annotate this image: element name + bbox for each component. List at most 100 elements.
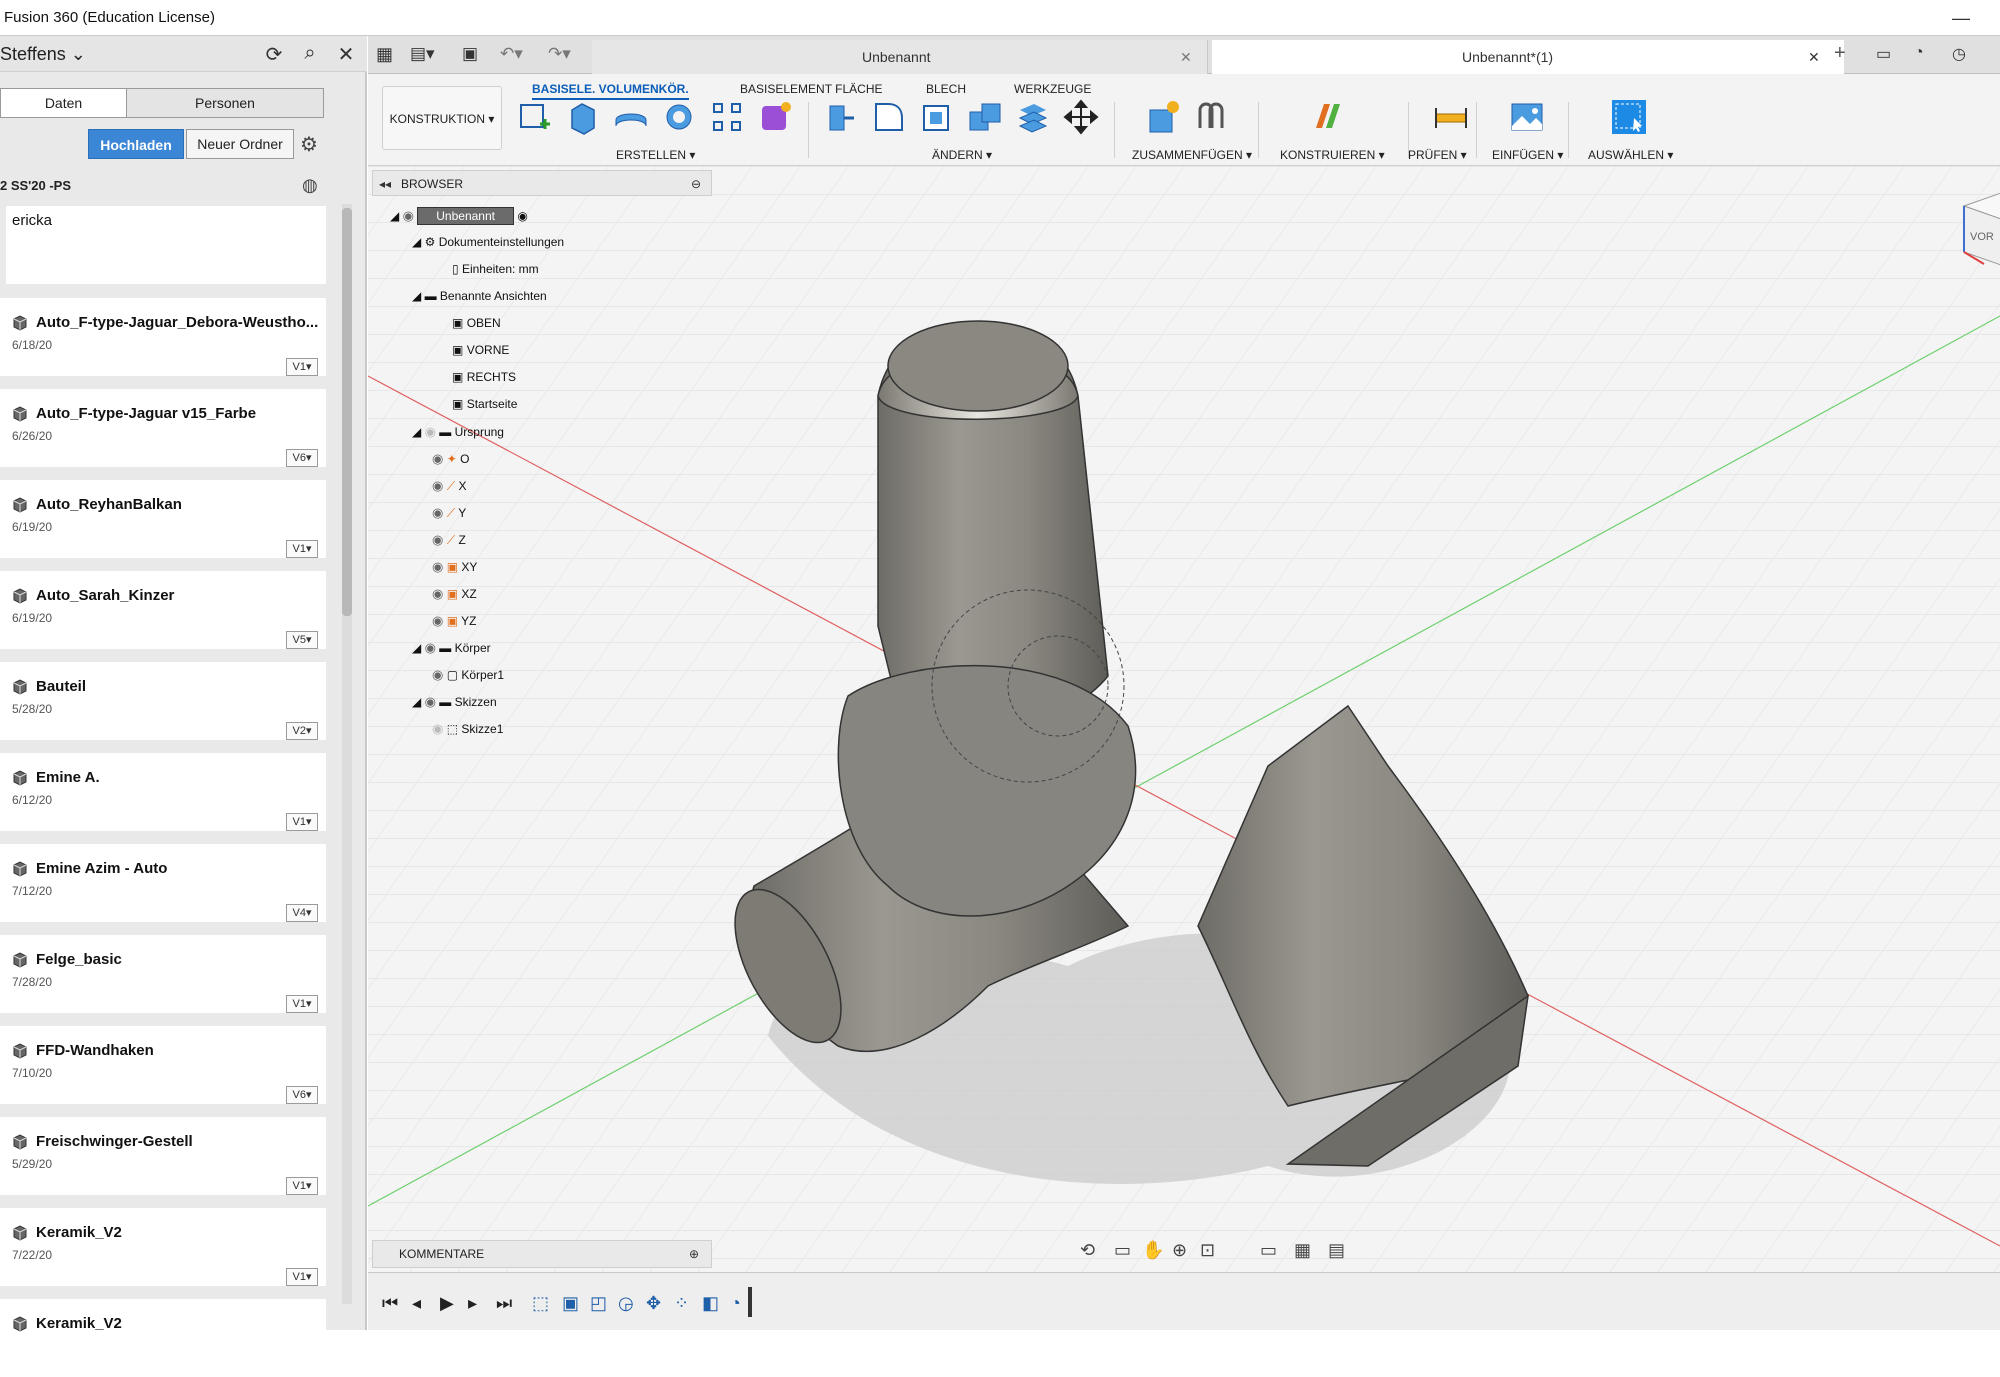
- tree-origin-item[interactable]: ◉ ⟋ X: [390, 472, 564, 499]
- file-card[interactable]: Freischwinger-Gestell 5/29/20 V1▾: [0, 1117, 326, 1195]
- upload-button[interactable]: Hochladen: [88, 129, 184, 159]
- fillet-icon[interactable]: [870, 98, 908, 136]
- doc-tab-2[interactable]: Unbenannt*(1) ✕: [1212, 40, 1844, 74]
- scrollbar-thumb[interactable]: [342, 208, 352, 616]
- eye-icon[interactable]: ◉: [432, 505, 443, 520]
- tree-view[interactable]: ▣ VORNE: [390, 337, 564, 364]
- new-tab-icon[interactable]: +: [1834, 42, 1846, 65]
- press-pull-icon[interactable]: [822, 98, 860, 136]
- inspect-menu[interactable]: PRÜFEN ▾: [1408, 148, 1467, 162]
- create-menu[interactable]: ERSTELLEN ▾: [616, 148, 695, 162]
- file-menu-icon[interactable]: ▤▾: [410, 44, 435, 64]
- grid-settings-icon[interactable]: ▦: [1294, 1240, 1311, 1261]
- timeline-sketch-icon[interactable]: ⬚: [532, 1293, 549, 1314]
- tree-origin[interactable]: ◢ ◉ ▬ Ursprung: [390, 418, 564, 445]
- version-badge[interactable]: V5▾: [286, 631, 318, 649]
- tree-bodies[interactable]: ◢ ◉ ▬ Körper: [390, 634, 564, 661]
- sweep-icon[interactable]: [660, 98, 698, 136]
- combine-icon[interactable]: [966, 98, 1004, 136]
- timeline-combine-icon[interactable]: ◧: [702, 1293, 719, 1314]
- file-card[interactable]: Felge_basic 7/28/20 V1▾: [0, 935, 326, 1013]
- version-badge[interactable]: V2▾: [286, 722, 318, 740]
- apps-grid-icon[interactable]: ▦: [376, 44, 393, 65]
- play-icon[interactable]: ▶: [440, 1293, 454, 1314]
- version-badge[interactable]: V1▾: [286, 358, 318, 376]
- eye-icon[interactable]: ◉: [432, 478, 443, 493]
- tree-named-views[interactable]: ◢ ▬ Benannte Ansichten: [390, 283, 564, 310]
- offset-face-icon[interactable]: [1014, 98, 1052, 136]
- timeline-move-icon[interactable]: ✥: [646, 1293, 661, 1314]
- tree-origin-item[interactable]: ◉ ▣ YZ: [390, 607, 564, 634]
- timeline-fillet-icon[interactable]: ◔: [730, 1293, 741, 1314]
- timeline-marker[interactable]: [748, 1287, 752, 1317]
- project-selector[interactable]: Steffens ⌄: [0, 44, 86, 65]
- form-icon[interactable]: [756, 98, 794, 136]
- step-forward-icon[interactable]: ▸: [468, 1293, 477, 1314]
- eye-icon[interactable]: ◉: [432, 586, 443, 601]
- timeline-feature-icon[interactable]: ◰: [590, 1293, 607, 1314]
- eye-icon[interactable]: ◉: [403, 208, 414, 223]
- new-sketch-icon[interactable]: [516, 98, 554, 136]
- timeline-feature-icon[interactable]: ◶: [618, 1293, 634, 1314]
- eye-icon[interactable]: ◉: [432, 667, 443, 682]
- tree-body[interactable]: ◉ ▢ Körper1: [390, 661, 564, 688]
- file-card[interactable]: Auto_ReyhanBalkan 6/19/20 V1▾: [0, 480, 326, 558]
- browser-header[interactable]: ◂◂ BROWSER ⊖: [372, 170, 712, 196]
- eye-icon[interactable]: ◉: [432, 451, 443, 466]
- file-card[interactable]: Auto_F-type-Jaguar v15_Farbe 6/26/20 V6▾: [0, 389, 326, 467]
- tab-personen[interactable]: Personen: [126, 89, 323, 117]
- minimize-icon[interactable]: —: [1952, 8, 1972, 28]
- insert-image-icon[interactable]: [1508, 98, 1546, 136]
- file-card[interactable]: FFD-Wandhaken 7/10/20 V6▾: [0, 1026, 326, 1104]
- insert-menu[interactable]: EINFÜGEN ▾: [1492, 148, 1563, 162]
- display-settings-icon[interactable]: ▭: [1260, 1240, 1277, 1261]
- tree-origin-item[interactable]: ◉ ▣ XZ: [390, 580, 564, 607]
- add-comment-icon[interactable]: ⊕: [689, 1241, 699, 1267]
- pan-icon[interactable]: ✋: [1142, 1240, 1164, 1261]
- activate-icon[interactable]: ◉: [517, 209, 527, 223]
- tree-origin-item[interactable]: ◉ ⟋ Z: [390, 526, 564, 553]
- tree-view[interactable]: ▣ OBEN: [390, 310, 564, 337]
- tree-sketch[interactable]: ◉ ⬚ Skizze1: [390, 715, 564, 742]
- zoom-icon[interactable]: ⊕: [1172, 1240, 1187, 1261]
- joint-icon[interactable]: [1192, 98, 1230, 136]
- new-folder-button[interactable]: Neuer Ordner: [186, 129, 294, 159]
- file-card[interactable]: Emine A. 6/12/20 V1▾: [0, 753, 326, 831]
- close-tab-icon[interactable]: ✕: [1808, 40, 1820, 74]
- tree-origin-item[interactable]: ◉ ✦ O: [390, 445, 564, 472]
- version-badge[interactable]: V6▾: [286, 1086, 318, 1104]
- version-badge[interactable]: V1▾: [286, 540, 318, 558]
- refresh-icon[interactable]: ⟳: [262, 42, 286, 66]
- move-icon[interactable]: [1062, 98, 1100, 136]
- search-icon[interactable]: ⌕: [298, 42, 322, 66]
- new-component-icon[interactable]: [1144, 98, 1182, 136]
- eye-icon[interactable]: ◉: [425, 424, 436, 439]
- assemble-menu[interactable]: ZUSAMMENFÜGEN ▾: [1132, 148, 1252, 162]
- extrude-icon[interactable]: [564, 98, 602, 136]
- rectangular-pattern-icon[interactable]: [708, 98, 746, 136]
- fit-icon[interactable]: ⊡: [1200, 1240, 1215, 1261]
- pin-icon[interactable]: ⊖: [691, 171, 701, 197]
- orbit-icon[interactable]: ⟲: [1080, 1240, 1095, 1261]
- comment-icon[interactable]: ▭: [1876, 44, 1891, 64]
- version-badge[interactable]: V1▾: [286, 995, 318, 1013]
- version-badge[interactable]: V6▾: [286, 449, 318, 467]
- job-status-icon[interactable]: ◔: [1914, 44, 1924, 62]
- tree-view[interactable]: ▣ RECHTS: [390, 364, 564, 391]
- file-card[interactable]: Keramik_V2 7/22/20 V1▾: [0, 1208, 326, 1286]
- tree-sketches[interactable]: ◢ ◉ ▬ Skizzen: [390, 688, 564, 715]
- version-badge[interactable]: V1▾: [286, 1177, 318, 1195]
- tree-origin-item[interactable]: ◉ ⟋ Y: [390, 499, 564, 526]
- eye-icon[interactable]: ◉: [425, 640, 436, 655]
- timeline-extrude-icon[interactable]: ▣: [562, 1293, 579, 1314]
- doc-tab-1[interactable]: Unbenannt ✕: [592, 40, 1208, 74]
- construct-menu[interactable]: KONSTRUIEREN ▾: [1280, 148, 1385, 162]
- viewports-icon[interactable]: ▤: [1328, 1240, 1345, 1261]
- workspace-selector[interactable]: KONSTRUKTION ▾: [382, 86, 502, 150]
- step-back-icon[interactable]: ◂: [412, 1293, 421, 1314]
- modify-menu[interactable]: ÄNDERN ▾: [932, 148, 992, 162]
- file-card[interactable]: Auto_F-type-Jaguar_Debora-Weustho... 6/18…: [0, 298, 326, 376]
- tree-origin-item[interactable]: ◉ ▣ XY: [390, 553, 564, 580]
- tree-doc-settings[interactable]: ◢ ⚙ Dokumenteinstellungen: [390, 229, 564, 256]
- collapse-icon[interactable]: ◂◂: [379, 171, 391, 197]
